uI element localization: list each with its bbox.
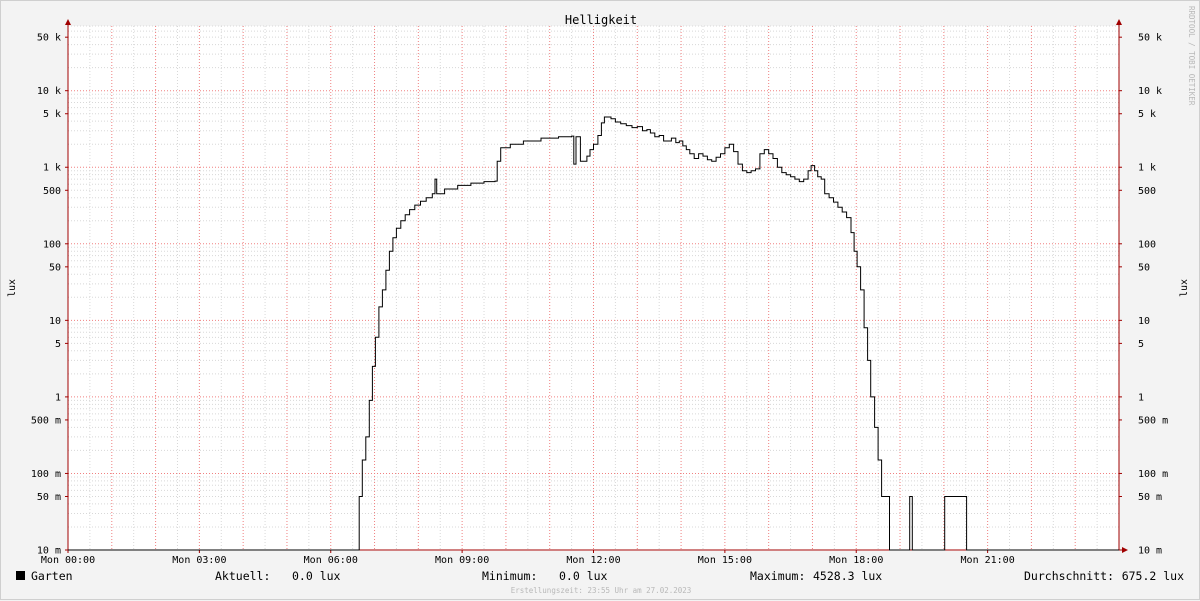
x-tick-label: Mon 15:00 [698,555,752,566]
y-tick-label-left: 50 m [37,492,61,503]
chart-svg: Mon 00:00 Mon 03:00 Mon 06:00 Mon 09:00 Mon … [7,6,1196,595]
y-tick-label-left: 50 [49,262,61,273]
legend-min-label: Minimum: [482,569,537,583]
x-tick-label: Mon 09:00 [435,555,489,566]
x-tick-labels: Mon 00:00 Mon 03:00 Mon 06:00 Mon 09:00 Mon … [41,550,1015,566]
y-tick-label-right: 50 k [1138,33,1162,44]
y-tick-label-right: 1 k [1138,163,1156,174]
legend-avg-label: Durchschnitt: [1024,569,1114,583]
y-tick-label-left: 50 k [37,33,61,44]
watermark: RRDTOOL / TOBI OETIKER [1187,6,1196,106]
y-tick-label-right: 500 [1138,186,1156,197]
y-tick-label-left: 1 [55,392,61,403]
legend-current-label: Aktuell: [215,569,270,583]
legend-avg-value: 675.2 lux [1122,569,1184,583]
legend: Garten Aktuell: 0.0 lux Minimum: 0.0 lux… [16,569,1184,583]
y-tick-label-left: 10 [49,316,61,327]
y-tick-label-right: 50 m [1138,492,1162,503]
y-tick-label-left: 10 m [37,546,61,557]
y-tick-label-right: 5 k [1138,109,1156,120]
y-tick-label-right: 10 k [1138,86,1162,97]
x-tick-label: Mon 18:00 [829,555,883,566]
y-tick-label-right: 100 [1138,239,1156,250]
x-tick-label: Mon 21:00 [961,555,1015,566]
x-tick-label: Mon 12:00 [566,555,620,566]
y-tick-labels-left: 50 k 10 k 5 k 1 k 500 100 50 10 5 1 500 m 100 m 50 m… [31,33,68,557]
y-tick-label-left: 100 [43,239,61,250]
x-tick-label: Mon 06:00 [304,555,358,566]
y-tick-label-right: 5 [1138,339,1144,350]
y-tick-label-right: 10 [1138,316,1150,327]
chart-title: Helligkeit [565,13,637,27]
legend-series-name: Garten [31,569,73,583]
y-tick-label-right: 100 m [1138,469,1168,480]
y-tick-labels-right: 50 k 10 k 5 k 1 k 500 100 50 10 5 1 500 m 100 m 50 m… [1119,33,1168,557]
y-tick-label-right: 500 m [1138,415,1168,426]
legend-current-value: 0.0 lux [292,569,341,583]
y-tick-label-left: 100 m [31,469,61,480]
x-tick-label: Mon 00:00 [41,555,95,566]
y-axis-right-arrow [1116,19,1122,25]
y-axis-label-left: lux [7,279,18,297]
y-axis-arrow [65,19,71,25]
footer-timestamp: Erstellungszeit: 23:55 Uhr am 27.02.2023 [511,586,692,595]
y-tick-label-left: 5 k [43,109,61,120]
y-tick-label-right: 50 [1138,262,1150,273]
y-tick-label-left: 500 m [31,415,61,426]
legend-swatch [16,571,25,580]
y-tick-label-left: 500 [43,186,61,197]
y-tick-label-left: 1 k [43,163,61,174]
legend-max-label: Maximum: [750,569,805,583]
chart-frame: Mon 00:00 Mon 03:00 Mon 06:00 Mon 09:00 Mon … [0,0,1200,600]
legend-max-value: 4528.3 lux [813,569,882,583]
x-tick-label: Mon 03:00 [172,555,226,566]
legend-min-value: 0.0 lux [559,569,608,583]
y-tick-label-left: 5 [55,339,61,350]
y-tick-label-left: 10 k [37,86,61,97]
y-tick-label-right: 1 [1138,392,1144,403]
y-tick-label-right: 10 m [1138,546,1162,557]
x-axis-arrow [1122,547,1128,553]
y-axis-label-right: lux [1179,279,1190,297]
